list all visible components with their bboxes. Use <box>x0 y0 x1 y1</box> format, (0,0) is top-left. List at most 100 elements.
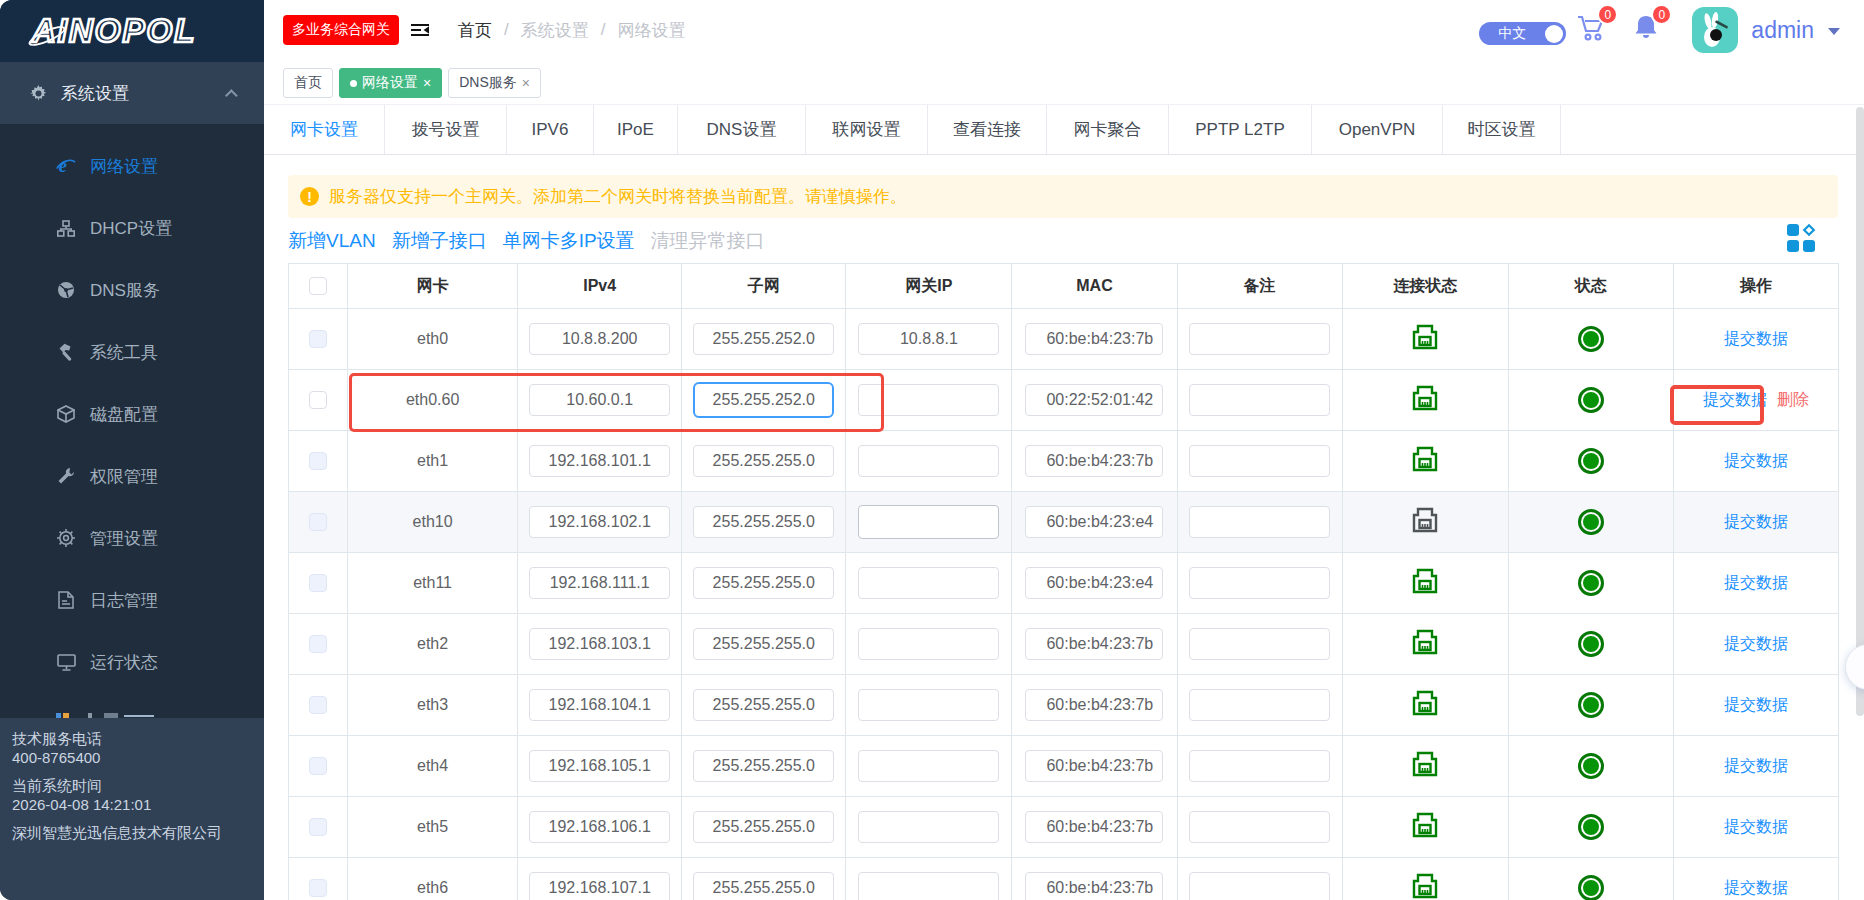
row-checkbox[interactable] <box>309 513 327 531</box>
add-vlan-link[interactable]: 新增VLAN <box>288 228 376 254</box>
row-checkbox[interactable] <box>309 452 327 470</box>
mac-input[interactable] <box>1025 323 1163 355</box>
mac-input[interactable] <box>1025 811 1163 843</box>
multi-ip-link[interactable]: 单网卡多IP设置 <box>503 228 635 254</box>
subnet-input[interactable] <box>693 689 834 721</box>
subnet-input[interactable] <box>693 628 834 660</box>
avatar[interactable] <box>1692 7 1738 53</box>
mac-input[interactable] <box>1025 689 1163 721</box>
row-checkbox[interactable] <box>309 574 327 592</box>
subnet-input[interactable] <box>693 323 834 355</box>
gateway-input[interactable] <box>858 323 999 355</box>
row-checkbox[interactable] <box>309 757 327 775</box>
add-subinterface-link[interactable]: 新增子接口 <box>392 228 487 254</box>
close-icon[interactable]: × <box>522 76 530 90</box>
sidebar-item-dns-service[interactable]: DNS服务 <box>0 259 264 321</box>
ipv4-input[interactable] <box>529 445 670 477</box>
gateway-input[interactable] <box>858 567 999 599</box>
mac-input[interactable] <box>1025 506 1163 538</box>
sidebar-item-disk-config[interactable]: 磁盘配置 <box>0 383 264 445</box>
remark-input[interactable] <box>1189 689 1330 721</box>
mac-input[interactable] <box>1025 384 1163 416</box>
username[interactable]: admin <box>1751 17 1814 44</box>
floating-widget-button[interactable] <box>1845 644 1864 690</box>
ipv4-input[interactable] <box>529 323 670 355</box>
notifications-button[interactable]: 0 <box>1632 13 1660 47</box>
breadcrumb-network[interactable]: 网络设置 <box>617 19 685 42</box>
row-checkbox[interactable] <box>309 391 327 409</box>
tab-network-settings[interactable]: 网络设置 × <box>339 68 442 98</box>
sidebar-item-network-settings[interactable]: e 网络设置 <box>0 135 264 197</box>
subtab-3[interactable]: IPV6 <box>507 105 594 154</box>
subnet-input[interactable] <box>693 445 834 477</box>
subtab-9[interactable]: PPTP L2TP <box>1169 105 1312 154</box>
gateway-input[interactable] <box>858 445 999 477</box>
row-checkbox[interactable] <box>309 635 327 653</box>
ipv4-input[interactable] <box>529 750 670 782</box>
remark-input[interactable] <box>1189 811 1330 843</box>
mac-input[interactable] <box>1025 750 1163 782</box>
tab-home[interactable]: 首页 <box>283 68 333 98</box>
layout-grid-icon[interactable] <box>1785 222 1818 259</box>
subnet-input[interactable] <box>693 811 834 843</box>
remark-input[interactable] <box>1189 872 1330 900</box>
sidebar-item-system-settings[interactable]: 系统设置 <box>0 62 264 124</box>
ipv4-input[interactable] <box>529 689 670 721</box>
sidebar-item-admin-settings[interactable]: 管理设置 <box>0 507 264 569</box>
language-toggle[interactable]: 中文 <box>1479 22 1566 45</box>
mac-input[interactable] <box>1025 628 1163 660</box>
remark-input[interactable] <box>1189 628 1330 660</box>
mac-input[interactable] <box>1025 567 1163 599</box>
mac-input[interactable] <box>1025 445 1163 477</box>
remark-input[interactable] <box>1189 323 1330 355</box>
submit-data-link[interactable]: 提交数据 <box>1724 513 1788 530</box>
submit-data-link[interactable]: 提交数据 <box>1724 879 1788 896</box>
gateway-input[interactable] <box>858 811 999 843</box>
ipv4-input[interactable] <box>529 811 670 843</box>
submit-data-link[interactable]: 提交数据 <box>1724 635 1788 652</box>
collapse-menu-icon[interactable] <box>411 23 429 37</box>
ipv4-input[interactable] <box>529 506 670 538</box>
subnet-input[interactable] <box>693 567 834 599</box>
subtab-11[interactable]: 时区设置 <box>1443 105 1561 154</box>
submit-data-link[interactable]: 提交数据 <box>1724 452 1788 469</box>
row-checkbox[interactable] <box>309 330 327 348</box>
subnet-input[interactable] <box>693 750 834 782</box>
subtab-5[interactable]: DNS设置 <box>678 105 806 154</box>
subtab-1[interactable]: 网卡设置 <box>264 105 385 154</box>
gateway-input[interactable] <box>858 689 999 721</box>
subnet-input[interactable] <box>693 506 834 538</box>
submit-data-link[interactable]: 提交数据 <box>1724 757 1788 774</box>
submit-data-link[interactable]: 提交数据 <box>1724 696 1788 713</box>
submit-data-link[interactable]: 提交数据 <box>1724 330 1788 347</box>
remark-input[interactable] <box>1189 506 1330 538</box>
breadcrumb-system[interactable]: 系统设置 <box>521 19 589 42</box>
gateway-input[interactable] <box>858 872 999 900</box>
submit-data-link[interactable]: 提交数据 <box>1724 574 1788 591</box>
ipv4-input[interactable] <box>529 628 670 660</box>
gateway-input[interactable] <box>858 505 999 539</box>
sidebar-item-permission-mgmt[interactable]: 权限管理 <box>0 445 264 507</box>
delete-link[interactable]: 删除 <box>1777 391 1809 408</box>
sidebar-item-log-mgmt[interactable]: 日志管理 <box>0 569 264 631</box>
subtab-7[interactable]: 查看连接 <box>928 105 1047 154</box>
remark-input[interactable] <box>1189 445 1330 477</box>
subtab-10[interactable]: OpenVPN <box>1312 105 1443 154</box>
remark-input[interactable] <box>1189 384 1330 416</box>
ipv4-input[interactable] <box>529 872 670 900</box>
user-caret-icon[interactable] <box>1828 28 1840 41</box>
subtab-8[interactable]: 网卡聚合 <box>1047 105 1169 154</box>
subtab-4[interactable]: IPoE <box>594 105 678 154</box>
row-checkbox[interactable] <box>309 696 327 714</box>
row-checkbox[interactable] <box>309 818 327 836</box>
gateway-input[interactable] <box>858 750 999 782</box>
sidebar-item-system-tools[interactable]: 系统工具 <box>0 321 264 383</box>
sidebar-item-dhcp-settings[interactable]: DHCP设置 <box>0 197 264 259</box>
row-checkbox[interactable] <box>309 879 327 897</box>
select-all-checkbox[interactable] <box>309 277 327 295</box>
mac-input[interactable] <box>1025 872 1163 900</box>
sidebar-item-run-status[interactable]: 运行状态 <box>0 631 264 693</box>
gateway-input[interactable] <box>858 628 999 660</box>
scrollbar[interactable] <box>1856 107 1864 716</box>
clean-interface-link[interactable]: 清理异常接口 <box>651 228 765 254</box>
